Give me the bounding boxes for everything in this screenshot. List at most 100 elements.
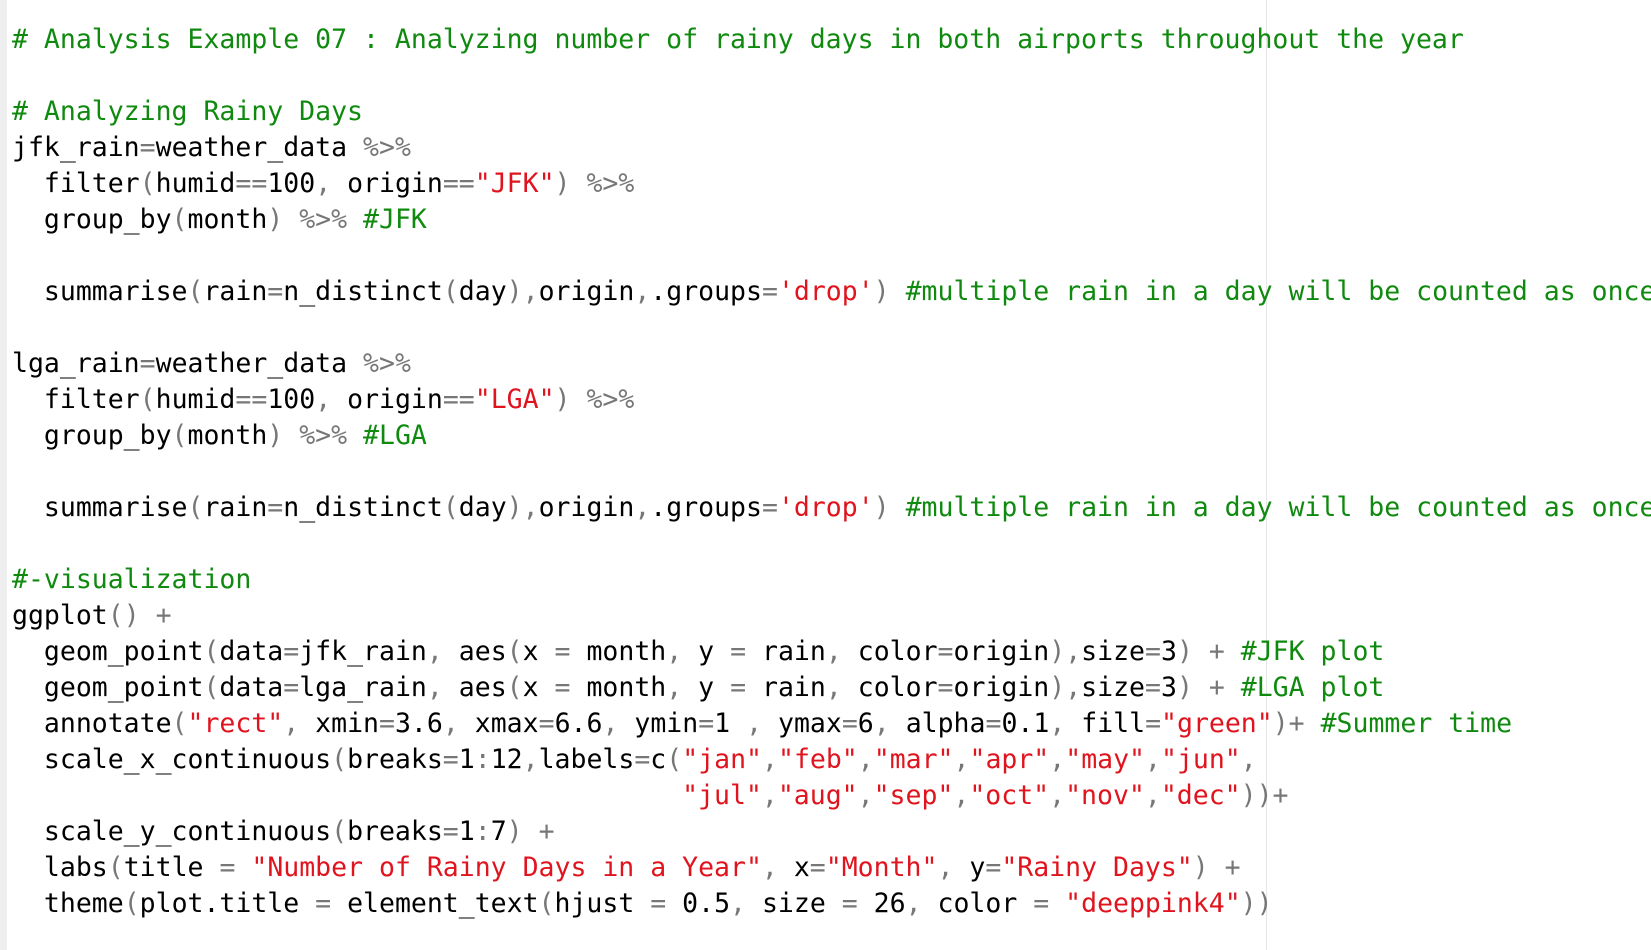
- code-text: origin: [538, 276, 635, 307]
- code-text: plot.title: [139, 888, 316, 919]
- code-operator: =: [267, 276, 284, 307]
- code-operator: )+: [1272, 708, 1321, 739]
- code-operator: ),: [506, 492, 539, 523]
- code-operator: =: [985, 708, 1002, 739]
- code-operator: =: [379, 708, 395, 739]
- code-line[interactable]: summarise(rain=n_distinct(day),origin,.g…: [12, 274, 1651, 310]
- code-line[interactable]: filter(humid==100, origin=="LGA") %>%: [12, 382, 1651, 418]
- code-operator: (: [171, 204, 188, 235]
- code-text: element_text: [347, 888, 539, 919]
- code-operator: (: [331, 816, 348, 847]
- code-operator: ,: [857, 744, 874, 775]
- code-text: breaks: [347, 816, 443, 847]
- code-line[interactable]: # Analyzing Rainy Days: [12, 94, 1651, 130]
- code-operator: (: [666, 744, 683, 775]
- code-operator: ,: [905, 888, 938, 919]
- code-operator: ,: [283, 708, 316, 739]
- code-text: title: [123, 852, 220, 883]
- code-operator: ,: [426, 672, 459, 703]
- code-text: .groups: [650, 492, 762, 523]
- code-string: "green": [1161, 708, 1273, 739]
- code-line[interactable]: [12, 58, 1651, 94]
- code-operator: (: [506, 672, 523, 703]
- code-editor[interactable]: # Analysis Example 07 : Analyzing number…: [0, 0, 1651, 950]
- code-line[interactable]: geom_point(data=lga_rain, aes(x = month,…: [12, 670, 1651, 706]
- code-text: 12: [490, 744, 523, 775]
- code-operator: ,: [1145, 744, 1161, 775]
- code-operator: ),: [1049, 672, 1082, 703]
- code-operator: ) +: [1176, 636, 1241, 667]
- code-operator: (: [139, 168, 156, 199]
- code-text: rain: [203, 492, 268, 523]
- code-text: lga_rain: [12, 348, 140, 379]
- code-operator: =: [1145, 708, 1162, 739]
- code-operator: ,: [953, 780, 970, 811]
- code-text: 3: [1160, 672, 1177, 703]
- code-line[interactable]: lga_rain=weather_data %>%: [12, 346, 1651, 382]
- code-line[interactable]: # Analysis Example 07 : Analyzing number…: [12, 22, 1651, 58]
- code-operator: ,: [634, 492, 651, 523]
- code-line[interactable]: summarise(rain=n_distinct(day),origin,.g…: [12, 490, 1651, 526]
- code-string: "jan": [682, 744, 763, 775]
- code-line[interactable]: [12, 454, 1651, 490]
- code-line[interactable]: jfk_rain=weather_data %>%: [12, 130, 1651, 166]
- code-text: day: [458, 276, 507, 307]
- code-operator: :: [474, 744, 491, 775]
- code-operator: ,: [1049, 744, 1066, 775]
- code-text: jfk_rain: [299, 636, 427, 667]
- code-comment: #Summer time: [1320, 708, 1513, 739]
- code-line[interactable]: [12, 310, 1651, 346]
- code-line[interactable]: "jul","aug","sep","oct","nov","dec"))+: [12, 778, 1651, 814]
- code-text: xmax: [474, 708, 539, 739]
- code-operator: ==: [235, 384, 268, 415]
- code-text: geom_point: [12, 636, 204, 667]
- code-operator: () +: [107, 600, 172, 631]
- code-operator: ==: [235, 168, 268, 199]
- code-string: "may": [1065, 744, 1146, 775]
- code-operator: (: [538, 888, 555, 919]
- code-operator: ,: [761, 780, 778, 811]
- code-text: labels: [538, 744, 635, 775]
- code-string: "nov": [1065, 780, 1145, 811]
- code-text: .groups: [650, 276, 762, 307]
- code-comment: #multiple rain in a day will be counted …: [905, 492, 1651, 523]
- code-line[interactable]: group_by(month) %>% #JFK: [12, 202, 1651, 238]
- code-operator: ) %>%: [267, 420, 364, 451]
- code-line[interactable]: [12, 526, 1651, 562]
- code-text: data: [219, 672, 284, 703]
- code-text: annotate: [12, 708, 172, 739]
- code-line[interactable]: scale_y_continuous(breaks=1:7) +: [12, 814, 1651, 850]
- code-line[interactable]: theme(plot.title = element_text(hjust = …: [12, 886, 1651, 922]
- code-text: 100: [267, 168, 316, 199]
- code-operator: ==: [442, 168, 475, 199]
- code-line[interactable]: labs(title = "Number of Rainy Days in a …: [12, 850, 1651, 886]
- code-string: "rect": [187, 708, 284, 739]
- code-operator: =: [650, 888, 683, 919]
- code-line[interactable]: filter(humid==100, origin=="JFK") %>%: [12, 166, 1651, 202]
- code-area[interactable]: # Analysis Example 07 : Analyzing number…: [12, 22, 1651, 922]
- code-text: size: [1081, 636, 1145, 667]
- code-operator: ),: [506, 276, 539, 307]
- code-string: "Rainy Days": [1001, 852, 1193, 883]
- code-comment: #multiple rain in a day will be counted …: [905, 276, 1651, 307]
- code-operator: ,: [315, 168, 348, 199]
- code-line[interactable]: geom_point(data=jfk_rain, aes(x = month,…: [12, 634, 1651, 670]
- code-text: color: [857, 672, 938, 703]
- code-operator: ,: [953, 744, 970, 775]
- code-line[interactable]: annotate("rect", xmin=3.6, xmax=6.6, ymi…: [12, 706, 1651, 742]
- code-line[interactable]: [12, 238, 1651, 274]
- code-text: 1: [458, 744, 475, 775]
- code-line[interactable]: #-visualization: [12, 562, 1651, 598]
- code-operator: =: [730, 636, 763, 667]
- code-comment: # Analyzing Rainy Days: [12, 96, 363, 127]
- code-string: "mar": [873, 744, 954, 775]
- code-line[interactable]: group_by(month) %>% #LGA: [12, 418, 1651, 454]
- code-line[interactable]: scale_x_continuous(breaks=1:12,labels=c(…: [12, 742, 1651, 778]
- code-operator: ,: [825, 636, 858, 667]
- code-text: labs: [12, 852, 108, 883]
- code-operator: (: [442, 492, 459, 523]
- code-operator: =: [219, 852, 252, 883]
- code-text: weather_data: [155, 348, 364, 379]
- code-line[interactable]: ggplot() +: [12, 598, 1651, 634]
